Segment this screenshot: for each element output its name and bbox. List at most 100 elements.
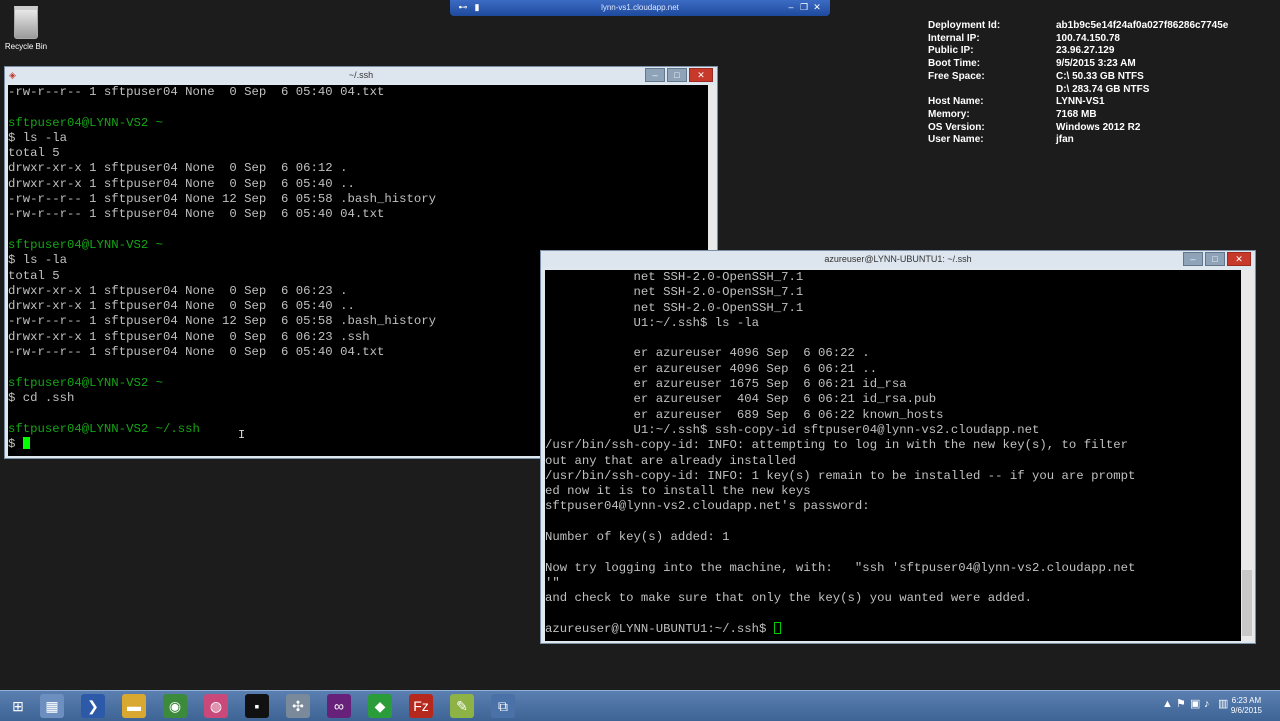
terminal-cursor xyxy=(22,436,30,449)
tray-icon[interactable]: ▥ xyxy=(1218,699,1228,710)
minimize-icon[interactable]: – xyxy=(786,2,796,12)
tray-icon[interactable]: ♪ xyxy=(1204,699,1210,710)
prompt-text: $ xyxy=(8,436,23,451)
bginfo-panel: Deployment Id: ab1b9c5e14f24af0a027f86286… xyxy=(928,20,1228,147)
clock-time: 6:23 AM xyxy=(1231,696,1262,705)
tools-icon[interactable]: ✣ xyxy=(286,694,310,718)
git-icon[interactable]: ◆ xyxy=(368,694,392,718)
terminal-line: er azureuser 4096 Sep 6 06:22 . xyxy=(545,346,870,361)
close-button[interactable]: ✕ xyxy=(1227,252,1251,266)
terminal-line: U1:~/.ssh$ ssh-copy-id sftpuser04@lynn-v… xyxy=(545,422,1040,437)
terminal-line: Number of key(s) added: 1 xyxy=(545,530,730,545)
bginfo-key: Public IP: xyxy=(928,45,974,57)
network-icon[interactable]: ⧉ xyxy=(491,694,515,718)
terminal-prompt-line[interactable]: azureuser@LYNN-UBUNTU1:~/.ssh$ xyxy=(545,621,1241,637)
bginfo-key: OS Version: xyxy=(928,121,985,133)
restore-icon[interactable]: ❐ xyxy=(799,2,809,12)
clock[interactable]: 6:23 AM 9/6/2015 xyxy=(1231,696,1262,716)
bginfo-row: Memory: 7168 MB xyxy=(928,109,1228,122)
bginfo-key: User Name: xyxy=(928,134,984,146)
powershell-icon[interactable]: ❯ xyxy=(81,694,105,718)
recycle-bin-label: Recycle Bin xyxy=(4,42,48,51)
visual-studio-icon[interactable]: ∞ xyxy=(327,694,351,718)
bginfo-row: Deployment Id: ab1b9c5e14f24af0a027f86286… xyxy=(928,20,1228,33)
cygwin-terminal-icon[interactable]: ▪ xyxy=(245,694,269,718)
bginfo-key: Boot Time: xyxy=(928,58,981,70)
bginfo-row: Boot Time: 9/5/2015 3:23 AM xyxy=(928,58,1228,71)
terminal-line: net SSH-2.0-OpenSSH_7.1 xyxy=(545,270,804,284)
terminal-line: $ ls -la xyxy=(8,130,68,145)
terminal-line: out any that are already installed xyxy=(545,453,796,468)
window-titlebar[interactable]: ◈ ~/.ssh – □ ✕ xyxy=(5,67,717,83)
bginfo-row: OS Version: Windows 2012 R2 xyxy=(928,122,1228,135)
scrollbar-thumb[interactable] xyxy=(1242,570,1252,636)
terminal-output[interactable]: net SSH-2.0-OpenSSH_7.1 net SSH-2.0-Open… xyxy=(545,270,1241,641)
bginfo-key xyxy=(928,84,1056,97)
terminal-line: er azureuser 4096 Sep 6 06:21 .. xyxy=(545,361,878,376)
terminal-line: sftpuser04@lynn-vs2.cloudapp.net's passw… xyxy=(545,499,870,514)
terminal-line: ed now it is to install the new keys xyxy=(545,484,811,499)
rdp-connection-bar: ⊷ ▮ lynn-vs1.cloudapp.net – ❐ ✕ xyxy=(450,0,830,16)
filezilla-icon[interactable]: Fz xyxy=(409,694,433,718)
bginfo-value: 9/5/2015 3:23 AM xyxy=(1056,58,1136,70)
window-titlebar[interactable]: azureuser@LYNN-UBUNTU1: ~/.ssh – □ ✕ xyxy=(541,251,1255,267)
terminal-line: er azureuser 689 Sep 6 06:22 known_hosts xyxy=(545,407,944,422)
tray-icon[interactable]: ▲ xyxy=(1162,699,1173,710)
terminal-line: net SSH-2.0-OpenSSH_7.1 xyxy=(545,300,804,315)
maximize-button[interactable]: □ xyxy=(667,68,687,82)
bginfo-value: LYNN-VS1 xyxy=(1056,96,1105,108)
terminal-line: er azureuser 404 Sep 6 06:21 id_rsa.pub xyxy=(545,392,937,407)
minimize-button[interactable]: – xyxy=(645,68,665,82)
terminal-line: and check to make sure that only the key… xyxy=(545,591,1033,606)
chrome-icon[interactable]: ◉ xyxy=(163,694,187,718)
bginfo-key: Memory: xyxy=(928,108,970,120)
bginfo-value: 7168 MB xyxy=(1056,108,1097,120)
rdp-title: lynn-vs1.cloudapp.net xyxy=(601,3,679,12)
server-manager-icon[interactable]: ▦ xyxy=(40,694,64,718)
close-button[interactable]: ✕ xyxy=(689,68,713,82)
bginfo-row: Free Space: C:\ 50.33 GB NTFS xyxy=(928,71,1228,84)
bginfo-row: D:\ 283.74 GB NTFS xyxy=(928,84,1228,97)
terminal-line: drwxr-xr-x 1 sftpuser04 None 0 Sep 6 05:… xyxy=(8,176,355,191)
tray-icon[interactable]: ⚑ xyxy=(1176,699,1186,710)
bginfo-value: 23.96.27.129 xyxy=(1056,45,1115,57)
bginfo-row: Public IP: 23.96.27.129 xyxy=(928,45,1228,58)
window-title: azureuser@LYNN-UBUNTU1: ~/.ssh xyxy=(824,254,972,264)
terminal-line: net SSH-2.0-OpenSSH_7.1 xyxy=(545,285,804,300)
maximize-button[interactable]: □ xyxy=(1205,252,1225,266)
bginfo-value: D:\ 283.74 GB NTFS xyxy=(1056,83,1150,95)
recycle-bin-graphic xyxy=(14,6,38,39)
file-explorer-icon[interactable]: ▬ xyxy=(122,694,146,718)
app-circle-icon[interactable]: ◍ xyxy=(204,694,228,718)
tray-icon[interactable]: ▣ xyxy=(1190,699,1200,710)
bginfo-value: Windows 2012 R2 xyxy=(1056,121,1141,133)
bginfo-value: C:\ 50.33 GB NTFS xyxy=(1056,70,1144,82)
terminal-line: total 5 xyxy=(8,146,60,161)
bginfo-key: Host Name: xyxy=(928,96,984,108)
terminal-line: drwxr-xr-x 1 sftpuser04 None 0 Sep 6 06:… xyxy=(8,161,348,176)
terminal-line: /usr/bin/ssh-copy-id: INFO: 1 key(s) rem… xyxy=(545,468,1136,483)
start-button[interactable]: ⊞ xyxy=(6,694,30,718)
recycle-bin-icon[interactable]: Recycle Bin xyxy=(4,6,48,51)
terminal-line: -rw-r--r-- 1 sftpuser04 None 12 Sep 6 05… xyxy=(8,192,437,207)
minimize-button[interactable]: – xyxy=(1183,252,1203,266)
prompt-text: azureuser@LYNN-UBUNTU1:~/.ssh$ xyxy=(545,621,774,636)
terminal-line: Now try logging into the machine, with: … xyxy=(545,560,1136,575)
close-icon[interactable]: ✕ xyxy=(812,2,822,12)
scrollbar[interactable] xyxy=(1241,270,1253,641)
bginfo-key: Internal IP: xyxy=(928,32,980,44)
putty-terminal-window[interactable]: azureuser@LYNN-UBUNTU1: ~/.ssh – □ ✕ net… xyxy=(540,250,1256,644)
bginfo-key: Free Space: xyxy=(928,70,985,82)
terminal-cursor xyxy=(773,621,781,634)
bginfo-row: Host Name: LYNN-VS1 xyxy=(928,96,1228,109)
text-cursor-icon: I xyxy=(238,428,246,442)
notepad-icon[interactable]: ✎ xyxy=(450,694,474,718)
terminal-line: U1:~/.ssh$ ls -la xyxy=(545,315,760,330)
bginfo-row: User Name: jfan xyxy=(928,134,1228,147)
bginfo-value: ab1b9c5e14f24af0a027f86286c7745e xyxy=(1056,20,1229,31)
bginfo-value: 100.74.150.78 xyxy=(1056,32,1120,44)
taskbar: ⊞ ▦ ❯ ▬ ◉ ◍ ▪ ✣ ∞ ◆ Fz ✎ ⧉ ▲ ⚑ ▣ ♪ ▥ 6:23 AM 9/6/2015 xyxy=(0,690,1280,721)
